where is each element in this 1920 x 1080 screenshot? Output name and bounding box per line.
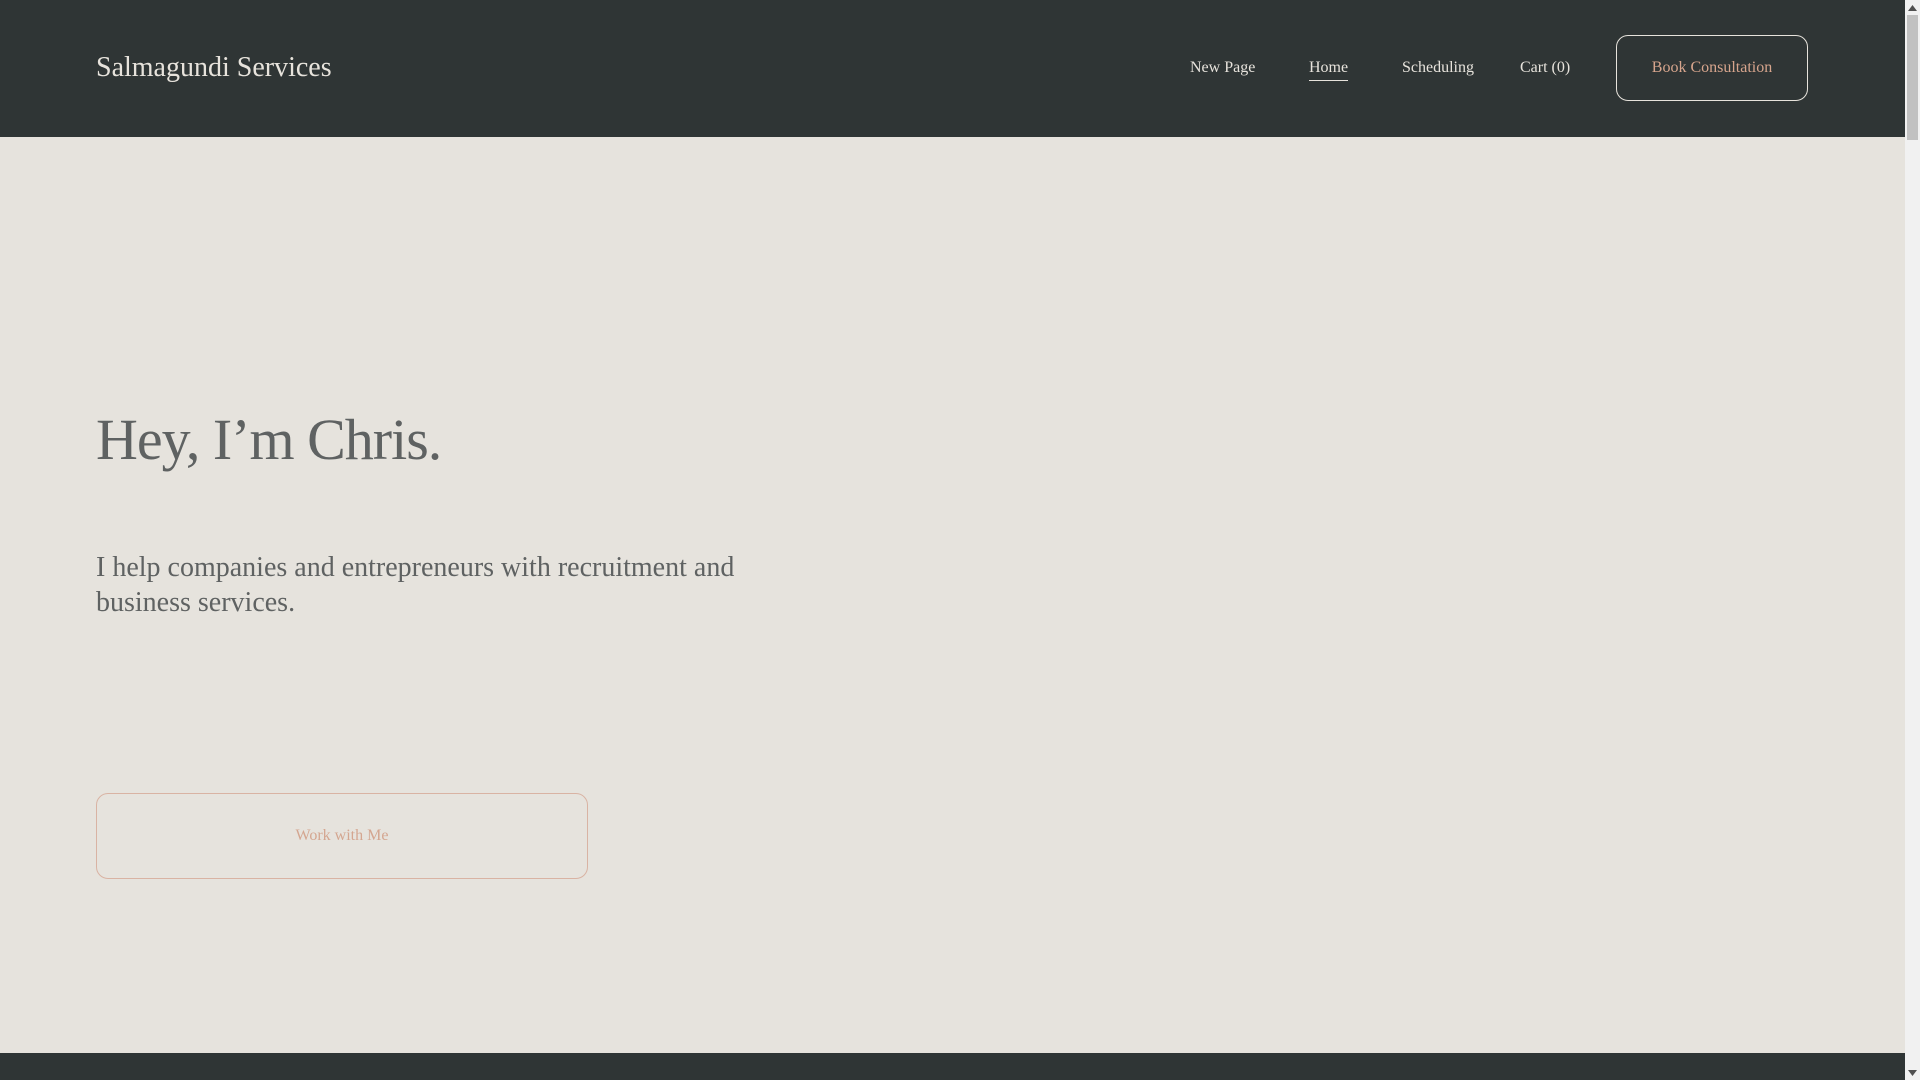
hero-heading: Hey, I’m Chris. bbox=[96, 407, 442, 472]
site-title-link[interactable]: Salmagundi Services bbox=[96, 48, 332, 88]
browser-viewport: Salmagundi Services New Page Home Schedu… bbox=[0, 0, 1920, 1080]
page: Salmagundi Services New Page Home Schedu… bbox=[0, 0, 1905, 1080]
scroll-down-arrow-icon[interactable] bbox=[1905, 1065, 1920, 1080]
nav-link-home[interactable]: Home bbox=[1309, 57, 1349, 81]
nav-link-new-page[interactable]: New Page bbox=[1190, 57, 1255, 79]
scrollbar-thumb[interactable] bbox=[1907, 15, 1918, 140]
next-section-band bbox=[0, 1053, 1905, 1080]
book-consultation-button[interactable]: Book Consultation bbox=[1616, 35, 1808, 101]
scroll-up-arrow-icon[interactable] bbox=[1905, 0, 1920, 15]
nav-link-scheduling[interactable]: Scheduling bbox=[1402, 57, 1474, 79]
nav-link-cart[interactable]: Cart (0) bbox=[1520, 57, 1570, 79]
site-header: Salmagundi Services New Page Home Schedu… bbox=[0, 0, 1905, 137]
work-with-me-button[interactable]: Work with Me bbox=[96, 793, 588, 879]
vertical-scrollbar[interactable] bbox=[1905, 0, 1920, 1080]
hero-subheading: I help companies and entrepreneurs with … bbox=[96, 552, 735, 618]
